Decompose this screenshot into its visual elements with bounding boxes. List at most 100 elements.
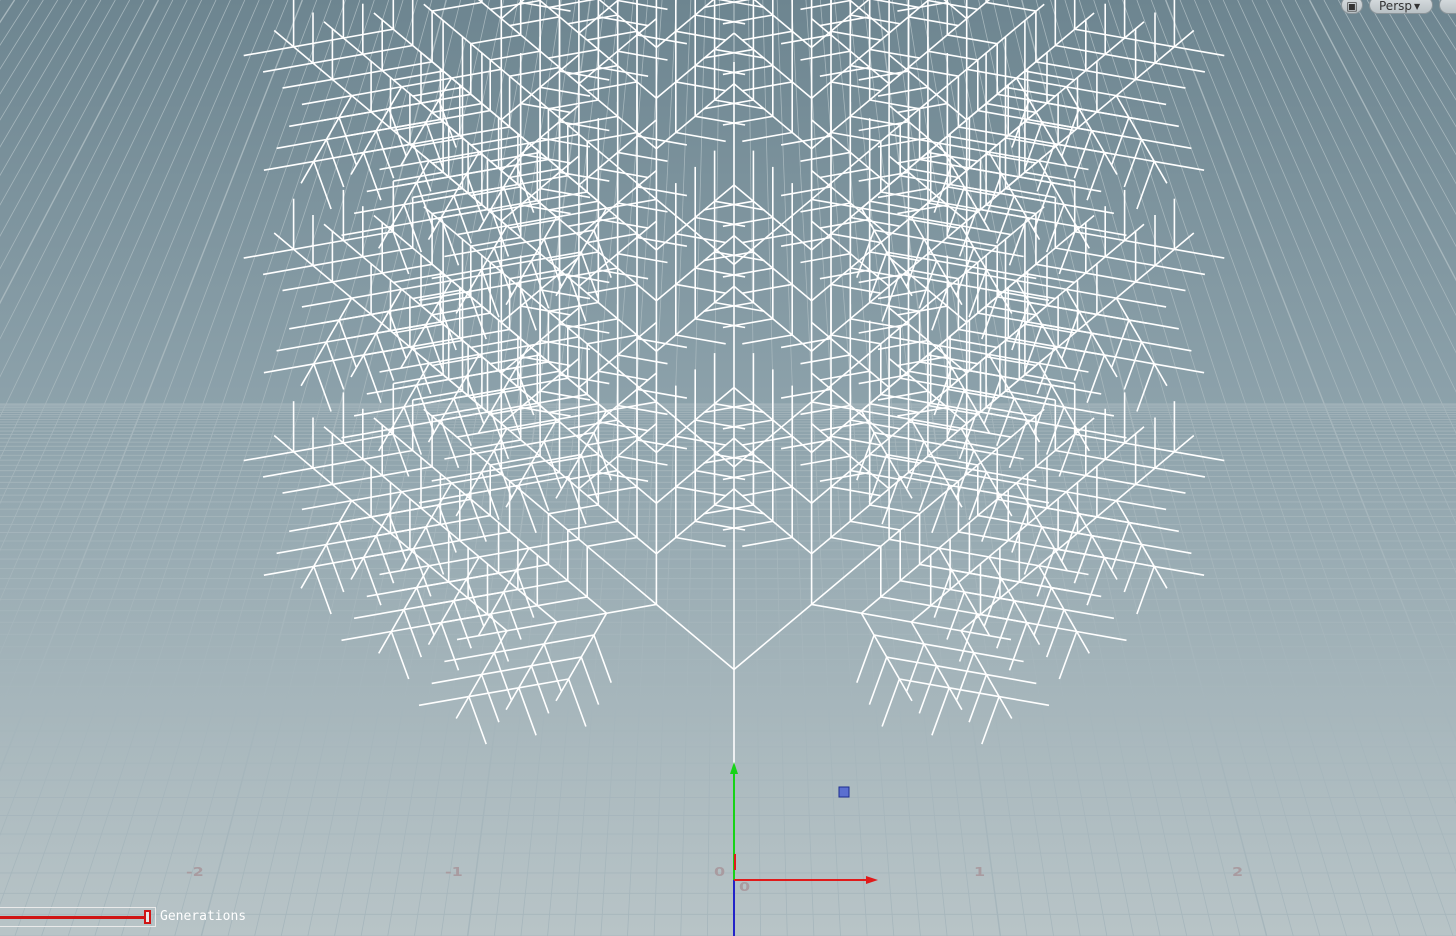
3d-viewport[interactable]: -2 -1 0 0 1 2 ▣ Persp ▼ Generations xyxy=(0,0,1456,936)
transform-gizmo[interactable] xyxy=(730,762,878,936)
grid-line xyxy=(762,0,788,936)
branch-segment xyxy=(703,200,754,211)
grid-line xyxy=(0,0,289,712)
axis-label-1: 1 xyxy=(974,863,986,880)
camera-menu-button[interactable]: ▣ xyxy=(1341,0,1363,14)
axis-label-origin: 0 xyxy=(739,878,751,895)
grid-line xyxy=(1208,0,1456,574)
branch-segment xyxy=(830,435,881,446)
branch-segment xyxy=(714,200,765,211)
branch-segment xyxy=(819,269,870,280)
grid-line xyxy=(0,0,260,602)
branch-segment xyxy=(362,557,382,606)
branch-segment xyxy=(931,687,950,736)
branch-segment xyxy=(968,674,988,723)
grid-line xyxy=(1308,0,1456,282)
grid-line xyxy=(0,0,217,460)
branch-segment xyxy=(543,229,595,240)
grid-line xyxy=(0,0,332,906)
branch-segment xyxy=(1128,521,1179,533)
branch-segment xyxy=(1058,631,1078,680)
branch-segment xyxy=(517,579,568,591)
branch-segment xyxy=(819,66,870,77)
branch-segment xyxy=(441,613,492,624)
branch-segment xyxy=(617,455,668,466)
branch-segment xyxy=(1135,281,1186,292)
branch-segment xyxy=(388,311,408,360)
y-axis-arrowhead xyxy=(730,762,738,774)
branch-segment xyxy=(617,252,668,264)
branch-segment xyxy=(391,216,442,228)
branch-segment xyxy=(363,345,414,356)
branch-segment xyxy=(289,116,340,128)
grid-line xyxy=(0,0,30,46)
branch-segment xyxy=(617,151,668,162)
branch-segment xyxy=(877,289,929,300)
branch-segment xyxy=(1055,247,1106,258)
branch-segment xyxy=(675,435,726,446)
branch-segment xyxy=(1091,129,1142,141)
branch-segment xyxy=(873,431,925,443)
branch-segment xyxy=(313,161,332,210)
branch-segment xyxy=(800,0,851,11)
branch-segment xyxy=(742,334,793,345)
camera-persp-dropdown[interactable]: Persp ▼ xyxy=(1369,0,1433,14)
branch-segment xyxy=(509,16,560,27)
branch-segment xyxy=(881,678,901,727)
branch-segment xyxy=(1060,108,1080,157)
branch-segment xyxy=(1154,565,1205,576)
branch-segment xyxy=(1115,500,1168,589)
branch-segment xyxy=(1110,319,1130,368)
branch-segment xyxy=(1124,37,1175,48)
branch-segment xyxy=(714,99,765,110)
grid-line xyxy=(791,0,841,936)
branch-segment xyxy=(872,0,920,9)
branch-segment xyxy=(900,377,951,388)
branch-segment xyxy=(966,0,991,20)
branch-segment xyxy=(1136,161,1155,210)
grid-line xyxy=(920,0,1081,936)
grid-line xyxy=(0,0,59,95)
branch-segment xyxy=(282,281,333,292)
branch-segment xyxy=(860,612,913,702)
branch-segment xyxy=(1058,428,1078,477)
scene-canvas[interactable] xyxy=(0,0,1456,936)
branch-segment xyxy=(391,621,442,633)
branch-segment xyxy=(382,61,433,72)
grid-line xyxy=(1280,0,1456,354)
branch-segment xyxy=(869,48,920,59)
branch-segment xyxy=(293,239,344,251)
branch-segment xyxy=(338,117,358,166)
branch-segment xyxy=(453,600,472,649)
branch-segment xyxy=(539,289,591,300)
branch-segment xyxy=(465,578,485,627)
branch-segment xyxy=(830,131,881,143)
grid-line xyxy=(0,0,274,655)
branch-segment xyxy=(858,120,909,132)
grid-line xyxy=(1424,0,1456,51)
branch-segment xyxy=(1078,513,1130,524)
display-options-button[interactable] xyxy=(1439,0,1456,14)
grid-line xyxy=(1381,0,1456,128)
branch-segment xyxy=(325,341,345,390)
axis-label-0: 0 xyxy=(714,863,726,880)
branch-segment xyxy=(431,1,483,12)
branch-segment xyxy=(1141,138,1192,150)
branch-segment xyxy=(490,50,541,61)
branch-segment xyxy=(1086,557,1106,606)
branch-segment xyxy=(263,565,314,576)
branch-segment xyxy=(742,536,793,548)
branch-segment xyxy=(1135,78,1186,89)
axis-label-neg1: -1 xyxy=(445,863,463,880)
slider-handle[interactable] xyxy=(144,910,151,924)
grid-line xyxy=(1150,0,1456,805)
grid-line xyxy=(0,0,160,305)
branch-segment xyxy=(459,126,510,137)
branch-segment xyxy=(1029,99,1080,110)
branch-segment xyxy=(976,613,1027,624)
grid-line xyxy=(1035,0,1294,936)
branch-segment xyxy=(1124,239,1175,251)
generations-slider[interactable] xyxy=(0,907,156,927)
branch-segment xyxy=(695,469,746,481)
branch-segment xyxy=(470,135,521,146)
